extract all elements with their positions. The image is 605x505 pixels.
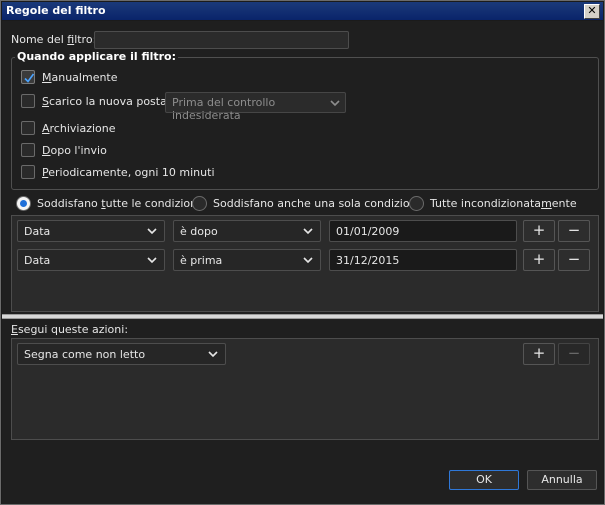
manual-checkbox[interactable] bbox=[21, 70, 35, 84]
condition-2-operator-value: è prima bbox=[180, 254, 223, 267]
match-all-radio[interactable] bbox=[16, 196, 31, 211]
periodic-label-post: eriodicamente, ogni 10 minuti bbox=[48, 166, 215, 179]
close-button[interactable]: ✕ bbox=[584, 4, 600, 19]
action-1-select[interactable]: Segna come non letto bbox=[17, 343, 226, 365]
after-send-label-post: opo l'invio bbox=[50, 144, 107, 157]
chevron-down-icon bbox=[303, 257, 313, 264]
condition-1-value-input[interactable]: 01/01/2009 bbox=[329, 220, 517, 242]
periodic-checkbox[interactable] bbox=[21, 165, 35, 179]
download-checkbox[interactable] bbox=[21, 94, 35, 108]
match-unconditional-label-pre: Tutte incondizionata bbox=[430, 197, 542, 210]
filter-rules-dialog: Regole del filtro ✕ Nome del filtro: Qua… bbox=[0, 0, 605, 505]
condition-1-operator-select[interactable]: è dopo bbox=[173, 220, 321, 242]
pane-splitter[interactable] bbox=[2, 314, 603, 319]
filter-name-label: Nome del filtro: bbox=[11, 33, 96, 46]
manual-label-accel: M bbox=[42, 71, 52, 84]
chevron-down-icon bbox=[208, 351, 218, 358]
action-1-value: Segna come non letto bbox=[24, 348, 146, 361]
action-1-remove-button[interactable]: − bbox=[558, 343, 590, 365]
condition-2-field-select[interactable]: Data bbox=[17, 249, 165, 271]
match-unconditional-radio[interactable] bbox=[409, 196, 424, 211]
archive-label: Archiviazione bbox=[42, 122, 116, 135]
condition-1-add-button[interactable]: + bbox=[523, 220, 555, 242]
match-all-label: Soddisfano tutte le condizioni bbox=[37, 197, 200, 210]
download-label-post: carico la nuova posta: bbox=[48, 95, 171, 108]
close-icon: ✕ bbox=[587, 4, 597, 17]
condition-1-field-value: Data bbox=[24, 225, 51, 238]
condition-1-operator-value: è dopo bbox=[180, 225, 218, 238]
manual-label-post: anualmente bbox=[51, 71, 118, 84]
condition-1-remove-button[interactable]: − bbox=[558, 220, 590, 242]
cancel-button[interactable]: Annulla bbox=[527, 470, 597, 490]
match-all-label-pre: Soddisfano bbox=[37, 197, 102, 210]
actions-label-post: segui queste azioni: bbox=[17, 323, 129, 336]
actions-label: Esegui queste azioni: bbox=[11, 323, 128, 336]
download-label: Scarico la nuova posta: bbox=[42, 95, 171, 108]
dialog-body: Nome del filtro: Quando applicare il fil… bbox=[2, 21, 603, 504]
after-send-label: Dopo l'invio bbox=[42, 144, 107, 157]
condition-2-remove-button[interactable]: − bbox=[558, 249, 590, 271]
condition-2-value-input[interactable]: 31/12/2015 bbox=[329, 249, 517, 271]
match-any-label: Soddisfano anche una sola condizione bbox=[213, 197, 423, 210]
condition-1-field-select[interactable]: Data bbox=[17, 220, 165, 242]
filter-name-input[interactable] bbox=[94, 31, 349, 49]
manual-label: Manualmente bbox=[42, 71, 118, 84]
condition-2-add-button[interactable]: + bbox=[523, 249, 555, 271]
check-icon bbox=[24, 73, 35, 83]
periodic-label: Periodicamente, ogni 10 minuti bbox=[42, 166, 215, 179]
chevron-down-icon bbox=[147, 228, 157, 235]
condition-2-operator-select[interactable]: è prima bbox=[173, 249, 321, 271]
ok-button[interactable]: OK bbox=[449, 470, 519, 490]
match-any-label-pre: Soddisfano anche una sola condizione bbox=[213, 197, 424, 210]
archive-checkbox[interactable] bbox=[21, 121, 35, 135]
when-legend: Quando applicare il filtro: bbox=[15, 50, 179, 63]
chevron-down-icon bbox=[147, 257, 157, 264]
action-1-add-button[interactable]: + bbox=[523, 343, 555, 365]
archive-label-post: rchiviazione bbox=[49, 122, 116, 135]
download-timing-select[interactable]: Prima del controllo indesiderata bbox=[165, 92, 346, 122]
match-any-radio[interactable] bbox=[192, 196, 207, 211]
archive-label-accel: A bbox=[42, 122, 50, 135]
after-send-checkbox[interactable] bbox=[21, 143, 35, 157]
match-all-label-post: utte le condizioni bbox=[105, 197, 201, 210]
chevron-down-icon bbox=[330, 100, 340, 107]
filter-name-label-post: iltro: bbox=[74, 33, 97, 46]
actions-label-accel: E bbox=[11, 323, 18, 336]
condition-2-field-value: Data bbox=[24, 254, 51, 267]
filter-name-label-pre: Nome del bbox=[11, 33, 68, 46]
chevron-down-icon bbox=[303, 228, 313, 235]
download-label-accel: S bbox=[42, 95, 49, 108]
match-unconditional-label: Tutte incondizionatamente bbox=[430, 197, 577, 210]
window-title: Regole del filtro bbox=[6, 4, 106, 17]
match-unconditional-label-post: ente bbox=[551, 197, 577, 210]
title-bar[interactable]: Regole del filtro ✕ bbox=[2, 2, 603, 20]
match-unconditional-label-accel: m bbox=[541, 197, 552, 210]
